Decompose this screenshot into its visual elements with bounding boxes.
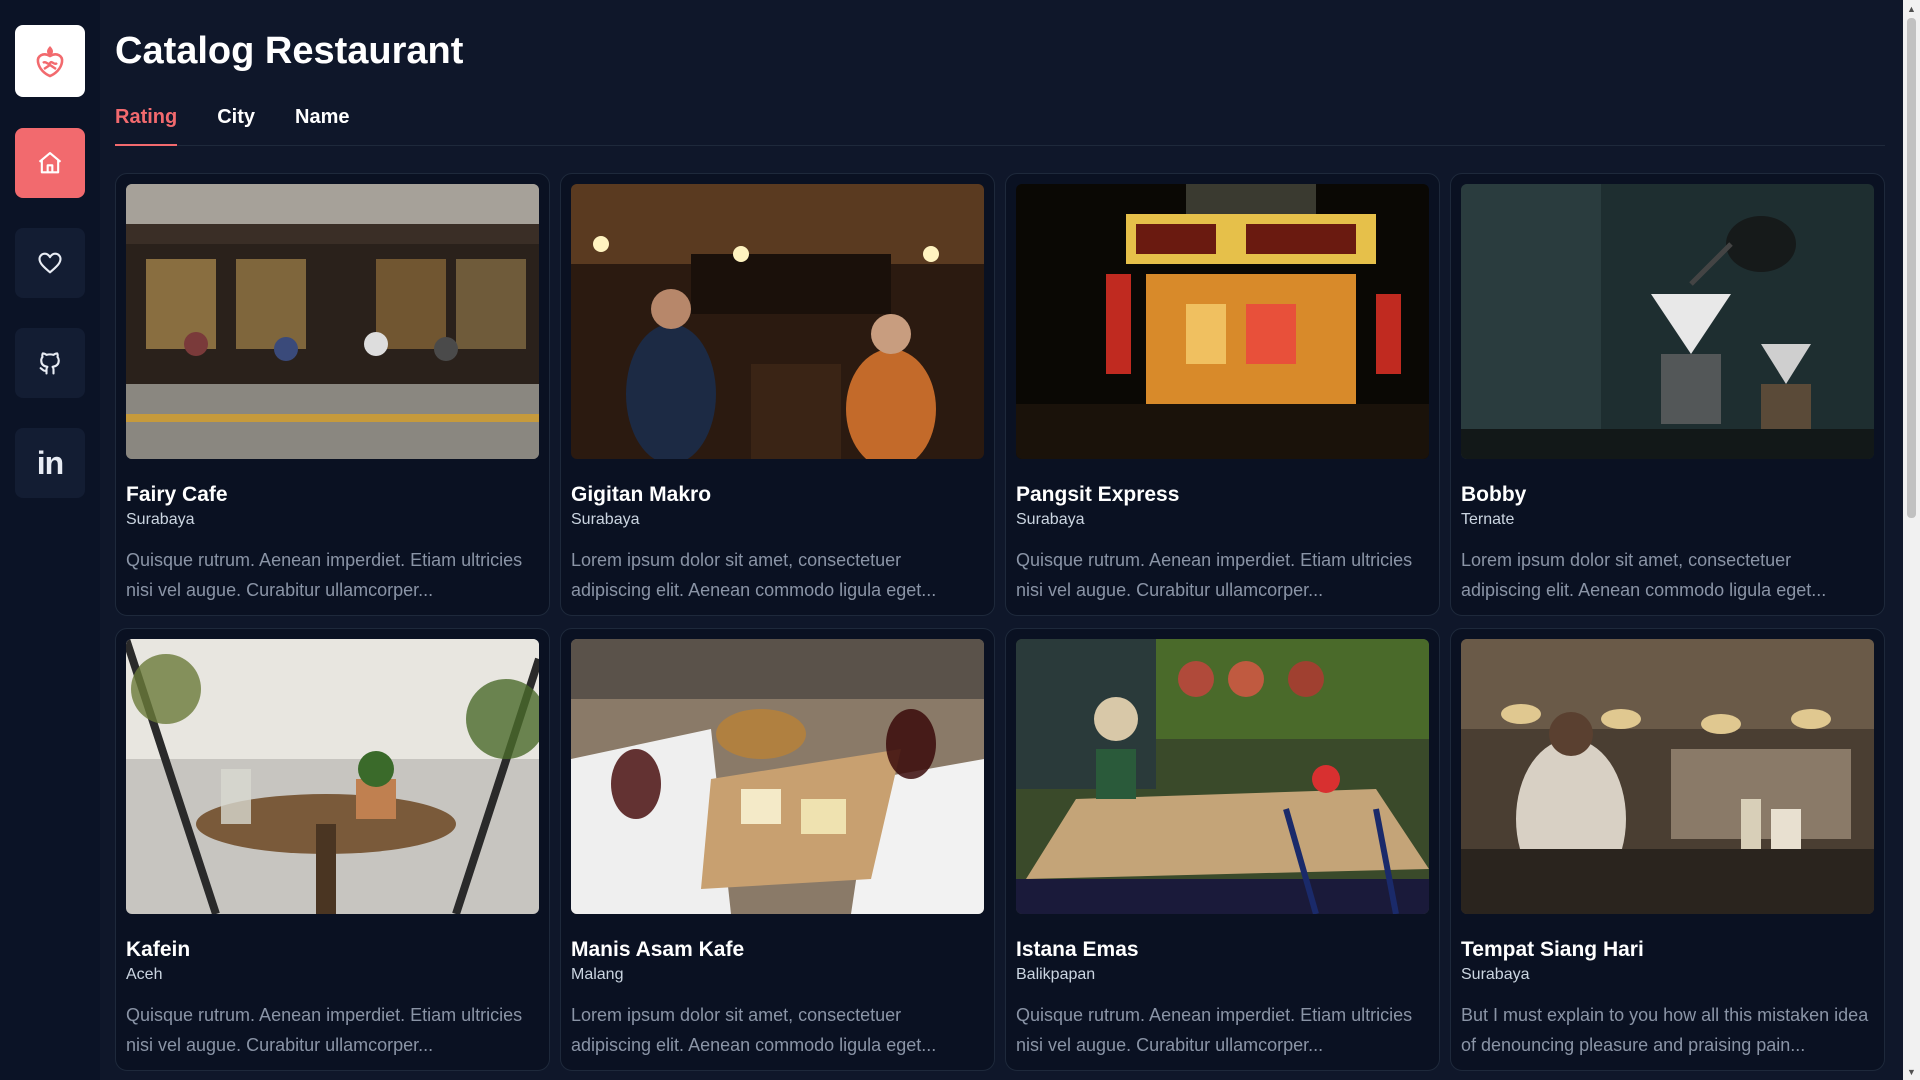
page-scrollbar[interactable]: ▲ ▼ [1903, 0, 1920, 1080]
nav-github-button[interactable] [15, 328, 85, 398]
restaurant-name: Kafein [126, 938, 191, 961]
restaurant-image [1016, 184, 1429, 459]
restaurant-city: Surabaya [126, 511, 195, 528]
restaurant-description: Lorem ipsum dolor sit amet, consectetuer… [571, 550, 937, 600]
restaurant-city: Aceh [126, 966, 163, 983]
main-content: Catalog Restaurant Rating City Name Fair… [115, 0, 1885, 1080]
sort-tabs: Rating City Name [115, 106, 1885, 146]
restaurant-description: But I must explain to you how all this m… [1461, 1005, 1869, 1055]
restaurant-name: Fairy Cafe [126, 483, 228, 506]
tab-city[interactable]: City [217, 106, 255, 146]
restaurant-description: Quisque rutrum. Aenean imperdiet. Etiam … [1016, 550, 1413, 600]
tab-rating[interactable]: Rating [115, 106, 178, 146]
sidebar: in [0, 0, 100, 1080]
restaurant-city: Surabaya [1461, 966, 1530, 983]
restaurant-name: Tempat Siang Hari [1461, 938, 1644, 961]
restaurant-card[interactable]: Gigitan Makro Surabaya Lorem ipsum dolor… [560, 173, 995, 616]
restaurant-image [571, 184, 984, 459]
nav-favorite-button[interactable] [15, 228, 85, 298]
restaurant-name: Bobby [1461, 483, 1527, 506]
restaurant-description: Lorem ipsum dolor sit amet, consectetuer… [571, 1005, 937, 1055]
home-icon [38, 152, 62, 174]
scrollbar-thumb[interactable] [1907, 18, 1916, 518]
restaurant-card[interactable]: Istana Emas Balikpapan Quisque rutrum. A… [1005, 628, 1440, 1071]
restaurant-card[interactable]: Pangsit Express Surabaya Quisque rutrum.… [1005, 173, 1440, 616]
heart-icon [38, 252, 62, 274]
nav-linkedin-button[interactable]: in [15, 428, 85, 498]
scroll-up-arrow-icon[interactable]: ▲ [1903, 0, 1920, 17]
nav-home-button[interactable] [15, 128, 85, 198]
restaurant-name: Istana Emas [1016, 938, 1139, 961]
restaurant-image [126, 639, 539, 914]
restaurant-logo-icon [36, 46, 64, 78]
restaurant-image [1016, 639, 1429, 914]
page-title: Catalog Restaurant [115, 30, 464, 72]
restaurant-card[interactable]: Bobby Ternate Lorem ipsum dolor sit amet… [1450, 173, 1885, 616]
restaurant-description: Quisque rutrum. Aenean imperdiet. Etiam … [126, 550, 523, 600]
restaurant-card[interactable]: Tempat Siang Hari Surabaya But I must ex… [1450, 628, 1885, 1071]
restaurant-image [571, 639, 984, 914]
restaurant-card[interactable]: Kafein Aceh Quisque rutrum. Aenean imper… [115, 628, 550, 1071]
restaurant-city: Surabaya [571, 511, 640, 528]
restaurant-image [1461, 184, 1874, 459]
restaurant-name: Manis Asam Kafe [571, 938, 745, 961]
restaurant-image [1461, 639, 1874, 914]
restaurant-description: Quisque rutrum. Aenean imperdiet. Etiam … [1016, 1005, 1413, 1055]
restaurant-card[interactable]: Manis Asam Kafe Malang Lorem ipsum dolor… [560, 628, 995, 1071]
app-logo[interactable] [15, 25, 85, 97]
linkedin-icon: in [36, 444, 64, 481]
restaurant-name: Gigitan Makro [571, 483, 712, 506]
restaurant-city: Malang [571, 966, 624, 983]
scroll-down-arrow-icon[interactable]: ▼ [1903, 1063, 1920, 1080]
restaurant-description: Quisque rutrum. Aenean imperdiet. Etiam … [126, 1005, 523, 1055]
github-icon [39, 352, 60, 375]
restaurant-city: Balikpapan [1016, 966, 1096, 983]
restaurant-image [126, 184, 539, 459]
restaurant-grid: Fairy Cafe Surabaya Quisque rutrum. Aene… [115, 173, 1885, 1071]
restaurant-card[interactable]: Fairy Cafe Surabaya Quisque rutrum. Aene… [115, 173, 550, 616]
restaurant-description: Lorem ipsum dolor sit amet, consectetuer… [1461, 550, 1827, 600]
restaurant-city: Surabaya [1016, 511, 1085, 528]
tab-name[interactable]: Name [295, 106, 349, 146]
restaurant-city: Ternate [1461, 511, 1515, 528]
restaurant-name: Pangsit Express [1016, 483, 1180, 506]
